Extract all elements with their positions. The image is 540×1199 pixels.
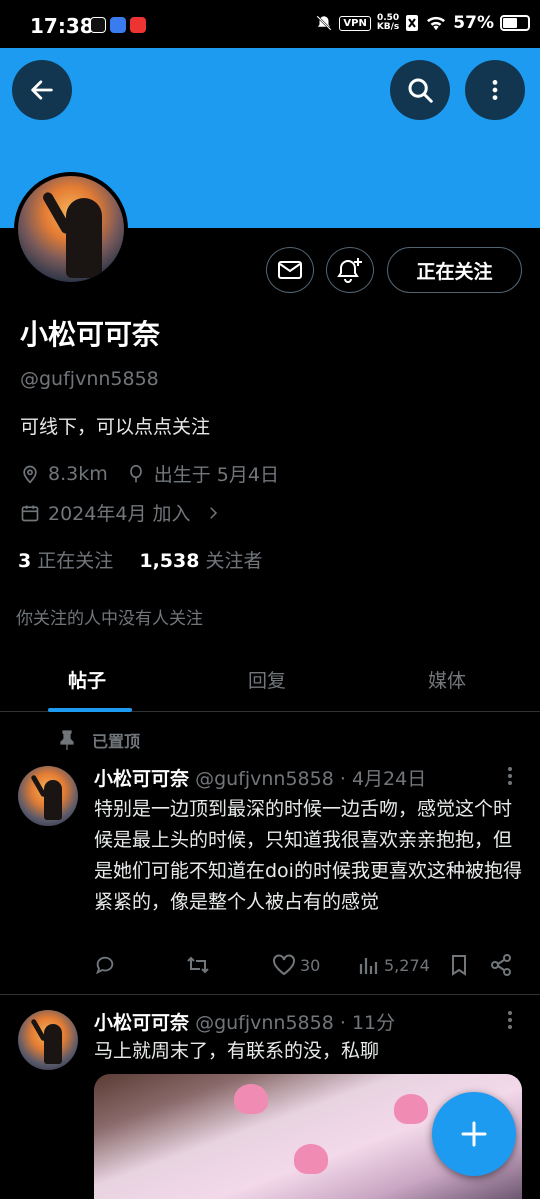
notify-button[interactable] bbox=[326, 247, 374, 293]
bookmark-button[interactable] bbox=[449, 954, 469, 976]
reply-button[interactable] bbox=[94, 954, 116, 976]
post-more-button[interactable] bbox=[500, 766, 520, 791]
network-speed: 0.50 KB/s bbox=[377, 14, 399, 32]
post-avatar[interactable] bbox=[18, 1010, 78, 1070]
search-button[interactable] bbox=[390, 60, 450, 120]
bookmark-icon bbox=[452, 955, 466, 976]
post-time: · 4月24日 bbox=[339, 768, 427, 790]
image-heart-pattern bbox=[294, 1144, 328, 1174]
bell-plus-icon bbox=[337, 258, 362, 283]
profile-location: 8.3km bbox=[48, 462, 108, 485]
profile-bio: 可线下，可以点点关注 bbox=[20, 416, 211, 438]
envelope-icon bbox=[278, 261, 302, 279]
chart-app-icon bbox=[130, 17, 146, 33]
post-text: 马上就周末了，有联系的没，私聊 bbox=[94, 1040, 380, 1062]
vpn-badge: VPN bbox=[339, 15, 371, 31]
search-icon bbox=[408, 78, 433, 103]
avatar-silhouette bbox=[66, 198, 102, 278]
sim-off-icon bbox=[406, 15, 419, 31]
compose-button[interactable] bbox=[432, 1092, 516, 1176]
image-heart-pattern bbox=[394, 1094, 428, 1124]
active-tab-indicator bbox=[48, 708, 132, 712]
tab-replies[interactable]: 回复 bbox=[248, 666, 286, 693]
more-button[interactable] bbox=[465, 60, 525, 120]
views-chart-icon bbox=[359, 958, 378, 974]
view-count: 5,274 bbox=[384, 955, 430, 975]
post-actions: 30 5,274 bbox=[94, 954, 524, 982]
more-vertical-icon bbox=[508, 767, 512, 785]
wifi-icon bbox=[427, 16, 446, 31]
repost-icon bbox=[187, 956, 209, 974]
more-vertical-icon bbox=[508, 1011, 512, 1029]
profile-avatar[interactable] bbox=[14, 172, 128, 286]
post-author-handle[interactable]: @gufjvnn5858 bbox=[195, 1012, 334, 1034]
pinned-label: 已置顶 bbox=[92, 732, 141, 751]
post-time: · 11分 bbox=[339, 1012, 396, 1034]
status-bar: 17:38 VPN 0.50 KB/s 57% bbox=[0, 0, 540, 48]
post-author-name[interactable]: 小松可可奈 bbox=[94, 1012, 189, 1034]
message-button[interactable] bbox=[266, 247, 314, 293]
battery-level: 57% bbox=[453, 13, 494, 33]
post-avatar[interactable] bbox=[18, 766, 78, 826]
heart-icon bbox=[273, 954, 295, 976]
balloon-icon bbox=[129, 464, 142, 482]
mute-icon bbox=[316, 15, 332, 31]
like-button[interactable]: 30 bbox=[272, 954, 320, 976]
followers-count: 1,538 bbox=[139, 550, 200, 572]
post-text: 特别是一边顶到最深的时候一边舌吻，感觉这个时候是最上头的时候，只知道我很喜欢亲亲… bbox=[94, 798, 522, 913]
profile-handle: @gufjvnn5858 bbox=[20, 368, 159, 390]
following-button[interactable]: 正在关注 bbox=[387, 247, 522, 293]
follow-stats: 3 正在关注 1,538 关注者 bbox=[18, 546, 263, 573]
profile-name: 小松可可奈 bbox=[20, 318, 161, 351]
location-icon bbox=[23, 465, 37, 484]
post-author-handle[interactable]: @gufjvnn5858 bbox=[195, 768, 334, 790]
following-label: 正在关注 bbox=[37, 550, 114, 572]
share-button[interactable] bbox=[490, 954, 512, 976]
arrow-left-icon bbox=[31, 80, 53, 100]
back-button[interactable] bbox=[12, 60, 72, 120]
following-count: 3 bbox=[18, 550, 32, 572]
chevron-right-icon bbox=[210, 506, 218, 519]
post-header: 小松可可奈 @gufjvnn5858 · 11分 bbox=[94, 1008, 395, 1035]
profile-tabs: 帖子 回复 媒体 bbox=[0, 650, 540, 712]
pinned-label-row: 已置顶 bbox=[58, 728, 140, 752]
post-more-button[interactable] bbox=[500, 1010, 520, 1035]
post-avatar-silhouette bbox=[44, 1024, 62, 1064]
followers-stat[interactable]: 1,538 关注者 bbox=[139, 550, 262, 572]
plus-icon bbox=[461, 1121, 487, 1147]
profile-meta-row: 8.3km 出生于 5月4日 bbox=[20, 460, 279, 487]
post-author-name[interactable]: 小松可可奈 bbox=[94, 768, 189, 790]
profile-joined-row[interactable]: 2024年4月 加入 bbox=[20, 499, 222, 526]
speed-unit: KB/s bbox=[376, 22, 400, 32]
pin-icon bbox=[60, 730, 74, 750]
profile-joined: 2024年4月 加入 bbox=[48, 503, 191, 525]
more-vertical-icon bbox=[492, 80, 498, 100]
image-heart-pattern bbox=[234, 1084, 268, 1114]
post-divider bbox=[0, 994, 540, 995]
profile-birthday: 出生于 5月4日 bbox=[153, 464, 279, 486]
views-button[interactable]: 5,274 bbox=[358, 954, 430, 976]
repost-button[interactable] bbox=[186, 954, 210, 976]
like-count: 30 bbox=[300, 955, 321, 975]
tab-posts[interactable]: 帖子 bbox=[68, 666, 106, 693]
post-header: 小松可可奈 @gufjvnn5858 · 4月24日 bbox=[94, 764, 426, 791]
status-time: 17:38 bbox=[30, 14, 94, 38]
battery-icon bbox=[500, 15, 530, 31]
tab-media[interactable]: 媒体 bbox=[428, 666, 466, 693]
notification-icons bbox=[90, 17, 146, 33]
mutual-followers-note: 你关注的人中没有人关注 bbox=[16, 609, 203, 629]
app-icon bbox=[110, 17, 126, 33]
post-avatar-silhouette bbox=[44, 780, 62, 820]
share-icon bbox=[491, 954, 511, 976]
reply-icon bbox=[95, 956, 114, 975]
followers-label: 关注者 bbox=[205, 550, 263, 572]
calendar-icon bbox=[21, 505, 39, 521]
following-stat[interactable]: 3 正在关注 bbox=[18, 550, 113, 572]
tiktok-icon bbox=[90, 17, 106, 33]
